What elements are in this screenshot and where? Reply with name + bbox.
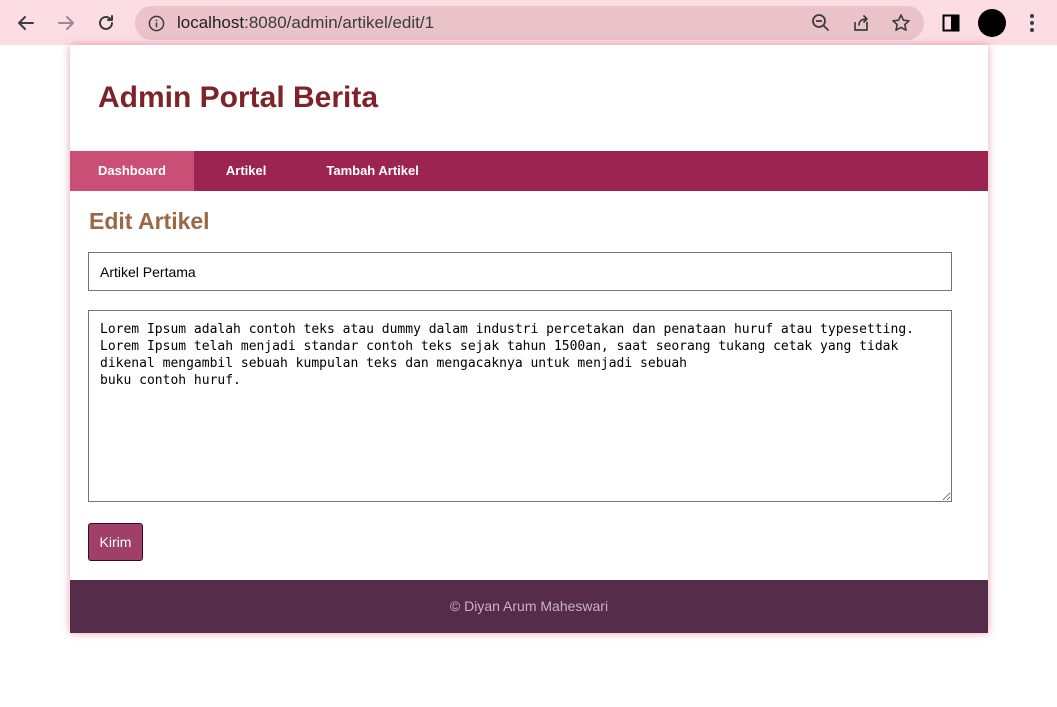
profile-avatar[interactable] (978, 9, 1006, 37)
arrow-left-icon (16, 13, 36, 33)
article-title-input[interactable] (88, 252, 952, 291)
side-panel-icon[interactable] (937, 9, 965, 37)
reload-icon (96, 13, 116, 33)
forward-button[interactable] (51, 8, 81, 38)
page-title: Edit Artikel (89, 208, 210, 234)
arrow-right-icon (56, 13, 76, 33)
article-body-textarea[interactable]: Lorem Ipsum adalah contoh teks atau dumm… (88, 310, 952, 502)
nav-item-dashboard[interactable]: Dashboard (70, 151, 194, 191)
main-nav: Dashboard Artikel Tambah Artikel (70, 151, 988, 191)
site-title: Admin Portal Berita (98, 81, 379, 114)
browser-toolbar: localhost:8080/admin/artikel/edit/1 (0, 0, 1057, 45)
share-icon[interactable] (850, 12, 872, 34)
nav-item-artikel[interactable]: Artikel (194, 151, 298, 191)
url-host: localhost (177, 13, 245, 32)
site-header: Admin Portal Berita (70, 45, 988, 151)
kebab-menu-icon[interactable] (1018, 9, 1046, 37)
zoom-out-icon[interactable] (810, 12, 832, 34)
info-icon[interactable] (148, 15, 165, 37)
reload-button[interactable] (91, 8, 121, 38)
address-bar[interactable]: localhost:8080/admin/artikel/edit/1 (135, 6, 924, 40)
url-path: :8080/admin/artikel/edit/1 (244, 13, 435, 32)
footer-copyright: © Diyan Arum Maheswari (449, 598, 609, 614)
url-text[interactable]: localhost:8080/admin/artikel/edit/1 (177, 6, 434, 40)
nav-item-tambah-artikel[interactable]: Tambah Artikel (298, 151, 446, 191)
star-icon[interactable] (890, 12, 912, 34)
submit-button[interactable]: Kirim (88, 523, 143, 561)
site-footer: © Diyan Arum Maheswari (70, 580, 988, 633)
page-container: Admin Portal Berita Dashboard Artikel Ta… (70, 45, 988, 633)
back-button[interactable] (11, 8, 41, 38)
